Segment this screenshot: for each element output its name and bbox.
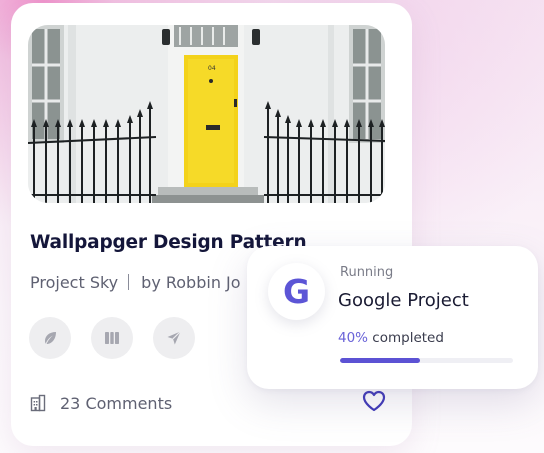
send-button[interactable] xyxy=(153,317,195,359)
meta-divider xyxy=(128,274,130,290)
comments-label: 23 Comments xyxy=(60,393,173,413)
progress-bar xyxy=(340,358,513,363)
progress-bar-fill xyxy=(340,358,420,363)
card-meta: Project Sky by Robbin Jo xyxy=(30,273,241,292)
leaf-icon xyxy=(45,332,56,344)
send-icon xyxy=(167,331,181,345)
progress-percent: 40% xyxy=(338,330,369,346)
building-icon xyxy=(30,394,46,412)
heart-icon[interactable] xyxy=(361,388,387,414)
progress-text: 40% completed xyxy=(338,330,444,346)
google-logo: G xyxy=(268,263,325,320)
cover-photo: 04 xyxy=(28,25,385,203)
author-name[interactable]: by Robbin Jo xyxy=(141,273,240,292)
progress-suffix: completed xyxy=(368,330,444,346)
columns-icon xyxy=(105,332,119,344)
google-g-icon: G xyxy=(282,272,311,311)
columns-button[interactable] xyxy=(91,317,133,359)
project-status: Running xyxy=(340,265,394,280)
yellow-door-photo: 04 xyxy=(28,25,385,203)
svg-text:04: 04 xyxy=(208,65,216,72)
project-name[interactable]: Project Sky xyxy=(30,273,118,292)
leaf-button[interactable] xyxy=(29,317,71,359)
comments-count[interactable]: 23 Comments xyxy=(30,391,172,415)
project-title: Google Project xyxy=(338,290,469,311)
google-project-card[interactable]: G Running Google Project 40% completed xyxy=(247,246,538,389)
